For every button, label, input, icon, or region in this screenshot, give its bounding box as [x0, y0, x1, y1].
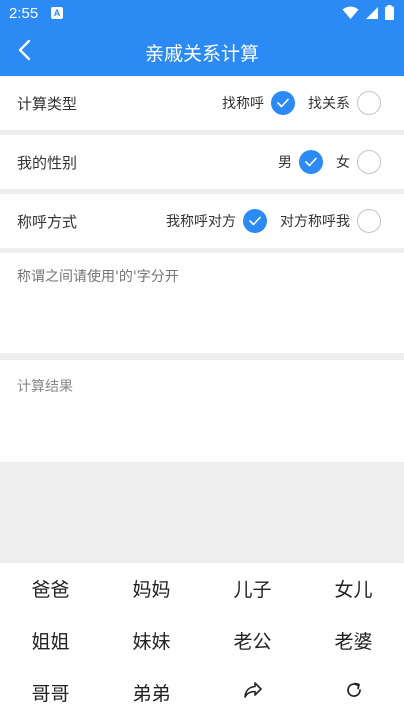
option-group: 找称呼 找关系 [222, 90, 381, 116]
share-icon [243, 681, 263, 704]
row-address-mode: 称呼方式 我称呼对方 对方称呼我 [0, 194, 404, 248]
option-male[interactable]: 男 [278, 150, 323, 174]
option-label: 对方称呼我 [280, 214, 350, 230]
radio-unchecked-icon[interactable] [357, 209, 381, 233]
status-bar: 2:55 A [0, 0, 404, 27]
status-time: 2:55 [9, 5, 39, 22]
key-daughter[interactable]: 女儿 [303, 563, 404, 614]
option-label: 找称呼 [222, 96, 264, 112]
reset-button[interactable] [303, 667, 404, 718]
option-find-title[interactable]: 找称呼 [222, 91, 295, 115]
option-group: 男 女 [278, 149, 381, 175]
app-bar: 亲戚关系计算 [0, 27, 404, 76]
row-gender: 我的性别 男 女 [0, 135, 404, 189]
signal-icon [365, 5, 379, 24]
key-younger-sister[interactable]: 妹妹 [101, 615, 202, 666]
relation-keypad: 爸爸 妈妈 儿子 女儿 姐姐 妹妹 老公 老婆 哥哥 弟弟 [0, 563, 404, 720]
page-title: 亲戚关系计算 [144, 43, 259, 65]
radio-unchecked-icon[interactable] [357, 91, 381, 115]
key-elder-sister[interactable]: 姐姐 [0, 615, 101, 666]
result-area: 计算结果 [0, 360, 404, 462]
wifi-icon [342, 5, 359, 24]
row-calc-type: 计算类型 找称呼 找关系 [0, 76, 404, 130]
key-father[interactable]: 爸爸 [0, 563, 101, 614]
battery-icon [385, 5, 394, 24]
option-group: 我称呼对方 对方称呼我 [166, 208, 381, 234]
result-label: 计算结果 [17, 379, 73, 395]
key-younger-brother[interactable]: 弟弟 [101, 667, 202, 718]
option-female[interactable]: 女 [336, 150, 381, 174]
key-wife[interactable]: 老婆 [303, 615, 404, 666]
radio-unchecked-icon[interactable] [357, 150, 381, 174]
option-find-relation[interactable]: 找关系 [308, 91, 381, 115]
key-mother[interactable]: 妈妈 [101, 563, 202, 614]
relation-input[interactable] [17, 269, 387, 285]
key-son[interactable]: 儿子 [202, 563, 303, 614]
key-elder-brother[interactable]: 哥哥 [0, 667, 101, 718]
option-label: 女 [336, 155, 350, 171]
check-icon[interactable] [243, 209, 267, 233]
row-label: 我的性别 [17, 154, 78, 172]
status-icons [342, 5, 394, 24]
check-icon[interactable] [271, 91, 295, 115]
relation-input-area[interactable] [0, 253, 404, 353]
option-i-call-them[interactable]: 我称呼对方 [166, 209, 267, 233]
check-icon[interactable] [299, 150, 323, 174]
option-they-call-me[interactable]: 对方称呼我 [280, 209, 381, 233]
row-label: 计算类型 [17, 95, 78, 113]
row-label: 称呼方式 [17, 213, 78, 231]
refresh-icon [345, 681, 363, 704]
option-label: 男 [278, 155, 292, 171]
key-husband[interactable]: 老公 [202, 615, 303, 666]
app-notification-icon: A [51, 7, 63, 19]
share-button[interactable] [202, 667, 303, 718]
option-label: 找关系 [308, 96, 350, 112]
option-label: 我称呼对方 [166, 214, 236, 230]
